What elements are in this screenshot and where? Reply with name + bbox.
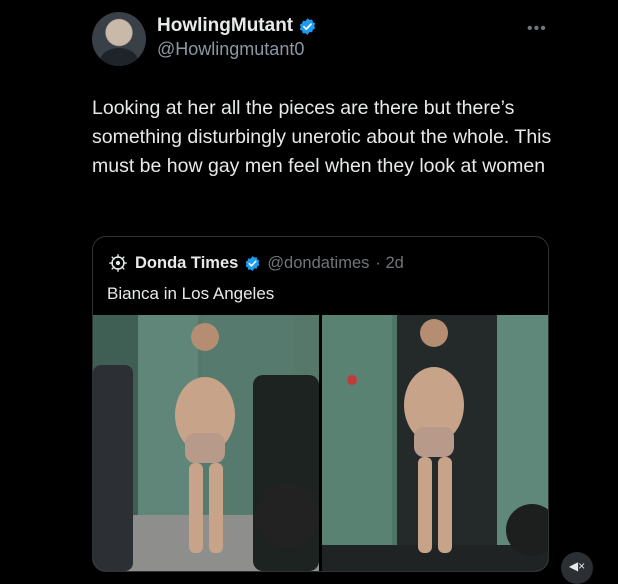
avatar-shoulders xyxy=(100,48,138,66)
tweet-post: HowlingMutant @Howlingmutant0 ••• Lookin… xyxy=(0,0,618,584)
quoted-author-display-name[interactable]: Donda Times xyxy=(135,254,238,273)
quoted-tweet-age: · 2d xyxy=(375,253,404,272)
quoted-photo-2[interactable] xyxy=(322,315,548,571)
more-horizontal-icon[interactable]: ••• xyxy=(527,20,547,38)
quoted-tweet-card[interactable]: Donda Times @dondatimes · 2d Bianca in L… xyxy=(92,236,549,572)
author-avatar[interactable] xyxy=(92,12,146,66)
tweet-text: Looking at her all the pieces are there … xyxy=(92,97,552,177)
quoted-tweet-text: Bianca in Los Angeles xyxy=(107,284,275,303)
quoted-photo-1[interactable] xyxy=(93,315,319,571)
photo-1-scene xyxy=(93,315,319,571)
quoted-media-grid xyxy=(93,315,548,571)
quoted-author-avatar[interactable] xyxy=(107,252,129,274)
verified-badge-icon xyxy=(299,17,316,35)
author-handle[interactable]: @Howlingmutant0 xyxy=(157,39,304,60)
quoted-author-handle[interactable]: @dondatimes xyxy=(267,254,369,273)
mute-icon[interactable]: ◀× xyxy=(561,552,593,584)
photo-2-scene xyxy=(322,315,548,571)
author-display-name[interactable]: HowlingMutant xyxy=(157,15,293,37)
verified-badge-icon xyxy=(245,255,260,271)
quoted-tweet-header: Donda Times @dondatimes · 2d xyxy=(107,252,404,274)
author-name-row: HowlingMutant xyxy=(157,15,317,37)
